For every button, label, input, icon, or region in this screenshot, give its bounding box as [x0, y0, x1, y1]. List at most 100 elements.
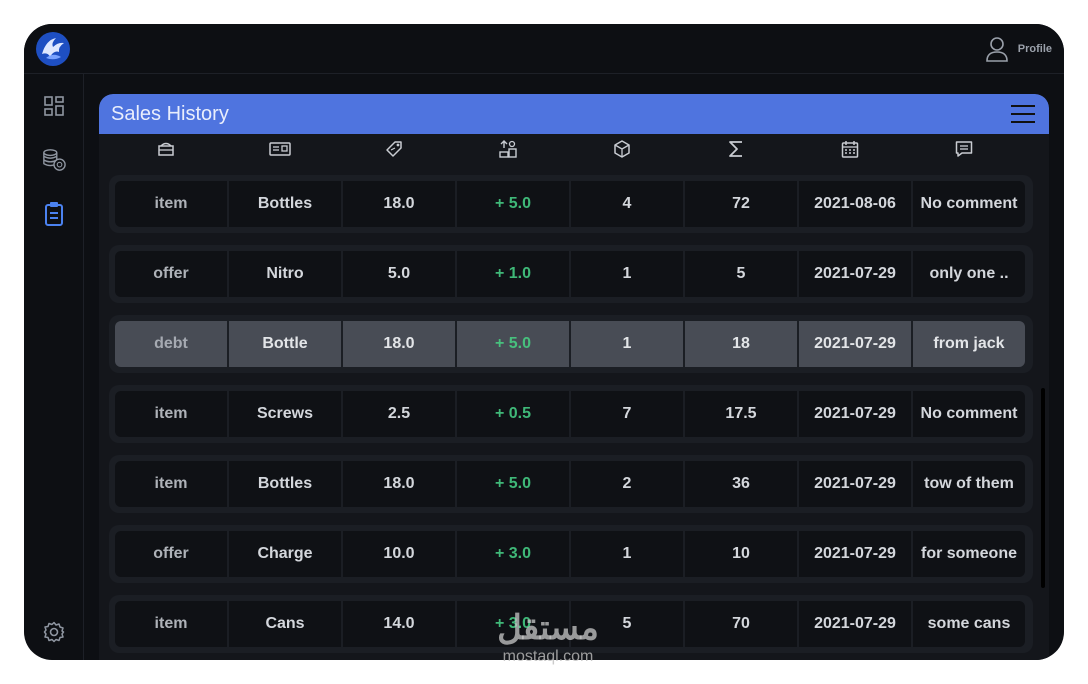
cell-name: Cans: [229, 601, 341, 647]
cell-qty: 4: [571, 181, 683, 227]
top-bar: Profile: [24, 24, 1064, 74]
cell-qty: 1: [571, 251, 683, 297]
cell-profit: + 3.0: [457, 531, 569, 577]
dashboard-icon: [44, 96, 64, 116]
column-comment[interactable]: [907, 134, 1021, 164]
cell-date: 2021-07-29: [799, 391, 911, 437]
cell-price: 14.0: [343, 601, 455, 647]
cell-date: 2021-07-29: [799, 461, 911, 507]
cell-name: Nitro: [229, 251, 341, 297]
cell-profit: + 5.0: [457, 181, 569, 227]
cell-total: 17.5: [685, 391, 797, 437]
cell-total: 70: [685, 601, 797, 647]
watermark-script: مستقل: [497, 609, 599, 647]
user-icon: [985, 37, 1008, 62]
table-row[interactable]: offer Charge 10.0 + 3.0 1 10 2021-07-29 for som…: [109, 525, 1033, 583]
cell-qty: 1: [571, 531, 683, 577]
sidebar-item-sales-history[interactable]: [42, 202, 66, 226]
cell-comment: some cans: [913, 601, 1025, 647]
cell-name: Screws: [229, 391, 341, 437]
hamburger-menu-icon[interactable]: [1011, 105, 1035, 123]
cell-profit: + 1.0: [457, 251, 569, 297]
cell-profit: + 5.0: [457, 461, 569, 507]
panel-header: Sales History: [99, 94, 1049, 134]
app-window: Profile Sales History item Bottles 18.0 …: [24, 24, 1064, 660]
scrollbar[interactable]: [1041, 388, 1045, 588]
column-price[interactable]: [337, 134, 451, 164]
cell-date: 2021-08-06: [799, 181, 911, 227]
cell-name: Bottles: [229, 461, 341, 507]
cell-total: 10: [685, 531, 797, 577]
cell-qty: 1: [571, 321, 683, 367]
column-total[interactable]: [679, 134, 793, 164]
cell-date: 2021-07-29: [799, 251, 911, 297]
table-row[interactable]: item Screws 2.5 + 0.5 7 17.5 2021-07-29 No comm…: [109, 385, 1033, 443]
cell-type: offer: [115, 531, 227, 577]
profile-button[interactable]: Profile: [985, 34, 1052, 64]
sidebar-item-settings[interactable]: [42, 620, 66, 644]
column-type[interactable]: [109, 134, 223, 164]
clipboard-icon: [45, 202, 63, 226]
cell-name: Bottles: [229, 181, 341, 227]
cell-comment: only one ..: [913, 251, 1025, 297]
cell-type: offer: [115, 251, 227, 297]
column-quantity[interactable]: [565, 134, 679, 164]
type-icon: [158, 142, 174, 156]
cell-profit: + 5.0: [457, 321, 569, 367]
column-header-row: [109, 134, 1021, 164]
cell-price: 2.5: [343, 391, 455, 437]
cell-date: 2021-07-29: [799, 531, 911, 577]
price-tag-icon: [386, 141, 402, 157]
sales-history-panel: Sales History item Bottles 18.0 + 5.0 4 …: [99, 94, 1049, 660]
receipt-icon: [269, 142, 291, 156]
cell-price: 5.0: [343, 251, 455, 297]
cell-comment: for someone: [913, 531, 1025, 577]
page-title: Sales History: [111, 103, 229, 125]
cell-name: Bottle: [229, 321, 341, 367]
sidebar-item-coins[interactable]: [42, 148, 66, 172]
cell-date: 2021-07-29: [799, 321, 911, 367]
cell-comment: No comment: [913, 391, 1025, 437]
cell-total: 36: [685, 461, 797, 507]
sidebar-item-dashboard[interactable]: [42, 94, 66, 118]
cell-qty: 2: [571, 461, 683, 507]
cell-type: item: [115, 601, 227, 647]
cell-profit: + 0.5: [457, 391, 569, 437]
cell-total: 5: [685, 251, 797, 297]
column-profit[interactable]: [451, 134, 565, 164]
cell-name: Charge: [229, 531, 341, 577]
cell-comment: No comment: [913, 181, 1025, 227]
cell-total: 18: [685, 321, 797, 367]
table-row[interactable]: item Bottles 18.0 + 5.0 4 72 2021-08-06 No comm…: [109, 175, 1033, 233]
column-name[interactable]: [223, 134, 337, 164]
sidebar: [24, 74, 84, 660]
cell-date: 2021-07-29: [799, 601, 911, 647]
calendar-icon: [841, 141, 859, 158]
comment-icon: [955, 141, 973, 157]
phoenix-logo-icon[interactable]: [34, 30, 72, 68]
watermark: مستقل mostaql.com: [478, 608, 618, 668]
profit-icon: [499, 140, 517, 158]
watermark-url: mostaql.com: [502, 648, 594, 665]
cell-comment: from jack: [913, 321, 1025, 367]
cell-total: 72: [685, 181, 797, 227]
coins-icon: [43, 149, 66, 171]
box-icon: [614, 140, 630, 158]
cell-type: item: [115, 461, 227, 507]
table-row[interactable]: item Bottles 18.0 + 5.0 2 36 2021-07-29 tow of …: [109, 455, 1033, 513]
table-row[interactable]: debt Bottle 18.0 + 5.0 1 18 2021-07-29 from jac…: [109, 315, 1033, 373]
table-row[interactable]: offer Nitro 5.0 + 1.0 1 5 2021-07-29 only one .…: [109, 245, 1033, 303]
sigma-icon: [729, 141, 742, 157]
gear-icon: [43, 621, 65, 643]
cell-type: item: [115, 391, 227, 437]
cell-price: 18.0: [343, 181, 455, 227]
cell-type: debt: [115, 321, 227, 367]
cell-price: 10.0: [343, 531, 455, 577]
profile-label: Profile: [1017, 43, 1052, 55]
cell-price: 18.0: [343, 321, 455, 367]
cell-qty: 7: [571, 391, 683, 437]
cell-type: item: [115, 181, 227, 227]
cell-price: 18.0: [343, 461, 455, 507]
column-date[interactable]: [793, 134, 907, 164]
cell-comment: tow of them: [913, 461, 1025, 507]
